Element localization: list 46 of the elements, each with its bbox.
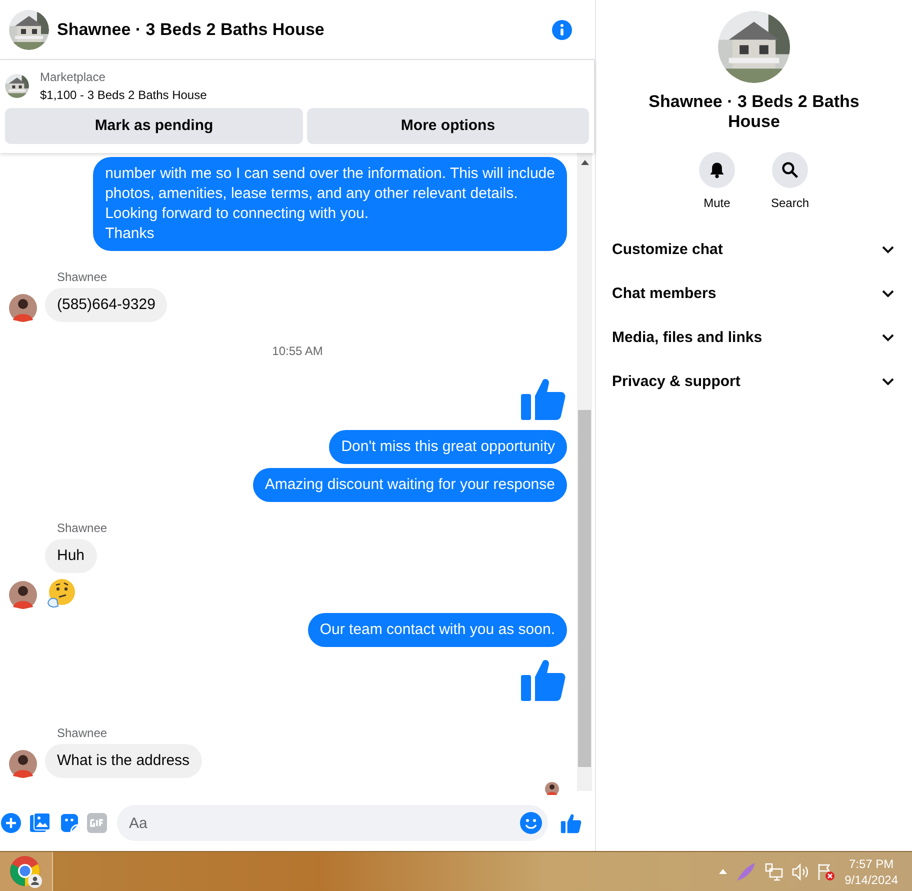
browser-icon <box>9 854 43 888</box>
plus-icon[interactable] <box>1 813 21 833</box>
bell-icon <box>708 161 726 179</box>
thumbs-up-icon <box>560 812 582 834</box>
avatar <box>545 782 559 795</box>
photo-icon[interactable] <box>29 812 51 834</box>
listing-action-button[interactable]: More options <box>307 108 589 144</box>
section-row[interactable]: Media, files and links <box>612 316 896 360</box>
section-row[interactable]: Privacy & support <box>612 360 896 404</box>
marketplace-label: Marketplace <box>40 69 106 86</box>
sender-name: Shawnee <box>56 269 108 285</box>
conversation-title: Shawnee · 3 Beds 2 Baths House <box>648 92 860 132</box>
chevron-down-icon <box>882 378 894 386</box>
chat-title: Shawnee · 3 Beds 2 Baths House <box>57 18 326 41</box>
section-row[interactable]: Customize chat <box>612 228 896 272</box>
scroll-up-icon[interactable] <box>580 160 588 165</box>
chevron-down-icon <box>882 290 894 298</box>
avatar <box>9 581 37 609</box>
network-icon[interactable] <box>764 862 783 880</box>
listing-title: $1,100 - 3 Beds 2 Baths House <box>40 87 207 104</box>
emoji-icon[interactable] <box>520 812 542 834</box>
scrollbar[interactable] <box>577 153 592 791</box>
thinking-face-icon <box>45 577 77 609</box>
outgoing-message: Don't miss this great opportunity <box>329 430 567 464</box>
browser-taskbar-button[interactable] <box>0 852 53 891</box>
incoming-message: Huh <box>45 539 97 573</box>
sender-name: Shawnee <box>56 520 108 536</box>
flag-icon[interactable] <box>816 862 835 880</box>
timestamp: 10:55 AM <box>271 343 324 360</box>
info-icon[interactable] <box>552 20 572 40</box>
incoming-message: What is the address <box>45 744 202 778</box>
outgoing-message: number with me so I can send over the information. This will include photos, amenities, lease terms, and any other relevant details. Looking forward to connecting with you. Thanks <box>93 157 567 251</box>
avatar <box>9 750 37 778</box>
outgoing-message: Amazing discount waiting for your response <box>252 468 567 502</box>
incoming-message: (585)664-9329 <box>45 288 168 322</box>
chevron-down-icon <box>882 246 894 254</box>
avatar <box>9 294 37 322</box>
sticker-icon[interactable] <box>59 813 79 833</box>
speaker-icon[interactable] <box>790 862 809 880</box>
outgoing-message: Our team contact with you as soon. <box>308 613 567 647</box>
section-row[interactable]: Chat members <box>612 272 896 316</box>
sender-name: Shawnee <box>56 725 108 741</box>
chevron-down-icon <box>882 334 894 342</box>
show-hidden-icons-icon[interactable] <box>718 869 727 874</box>
listing-action-button[interactable]: Mark as pending <box>5 108 303 144</box>
search-icon <box>781 161 799 179</box>
